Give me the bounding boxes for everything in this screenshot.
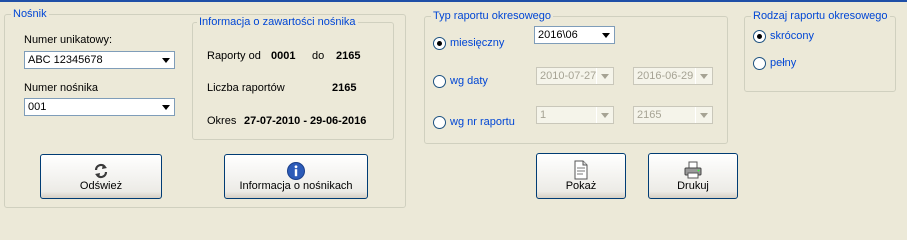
info-legend: Informacja o zawartości nośnika — [197, 16, 358, 28]
skrocony-label: skrócony — [770, 30, 815, 42]
chevron-down-icon[interactable] — [695, 68, 712, 84]
pelny-label: pełny — [770, 57, 797, 69]
pokaz-button[interactable]: Pokaż — [536, 153, 626, 199]
wg-daty-radio[interactable] — [433, 75, 446, 88]
miesieczny-combo[interactable]: 2016\06 — [534, 26, 615, 44]
data-do-combo[interactable]: 2016-06-29 — [633, 67, 713, 85]
odswiez-label: Odśwież — [79, 180, 123, 192]
okres-label: Okres — [207, 115, 237, 127]
nr-do-combo[interactable]: 2165 — [633, 106, 713, 124]
do-value: 2165 — [336, 50, 361, 62]
numer-nosnika-value: 001 — [28, 101, 47, 113]
skrocony-radio[interactable] — [753, 30, 766, 43]
odswiez-button[interactable]: Odśwież — [40, 154, 162, 199]
rodzaj-raportu-legend: Rodzaj raportu okresowego — [751, 10, 890, 22]
chevron-down-icon[interactable] — [157, 99, 174, 115]
miesieczny-label: miesięczny — [450, 37, 505, 49]
numer-nosnika-combo[interactable]: 001 — [24, 98, 175, 116]
nr-do-value: 2165 — [637, 109, 662, 121]
chevron-down-icon[interactable] — [157, 52, 174, 68]
numer-unikatowy-value: ABC 12345678 — [28, 54, 103, 66]
info-icon — [287, 162, 305, 180]
chevron-down-icon[interactable] — [597, 27, 614, 43]
chevron-down-icon[interactable] — [596, 68, 613, 84]
wg-nr-raportu-label: wg nr raportu — [450, 116, 515, 128]
informacja-o-nosnikach-label: Informacja o nośnikach — [239, 180, 353, 192]
document-preview-icon — [574, 160, 588, 180]
pokaz-label: Pokaż — [565, 180, 597, 192]
nosnik-legend: Nośnik — [11, 8, 49, 20]
window-top-border — [0, 0, 907, 2]
okres-value: 27-07-2010 - 29-06-2016 — [244, 115, 367, 127]
wg-daty-label: wg daty — [450, 75, 488, 87]
liczba-raportow-label: Liczba raportów — [207, 82, 285, 94]
numer-unikatowy-label: Numer unikatowy: — [24, 34, 113, 46]
rodzaj-raportu-group: Rodzaj raportu okresowego — [744, 10, 896, 92]
typ-raportu-legend: Typ raportu okresowego — [431, 10, 554, 22]
pelny-radio[interactable] — [753, 57, 766, 70]
wg-nr-raportu-radio[interactable] — [433, 116, 446, 129]
chevron-down-icon[interactable] — [695, 107, 712, 123]
data-od-value: 2010-07-27 — [540, 70, 597, 82]
drukuj-label: Drukuj — [677, 180, 709, 192]
raporty-od-value: 0001 — [271, 50, 296, 62]
printer-icon — [684, 161, 702, 179]
numer-nosnika-label: Numer nośnika — [24, 82, 98, 94]
liczba-raportow-value: 2165 — [332, 82, 357, 94]
drukuj-button[interactable]: Drukuj — [648, 153, 738, 199]
data-do-value: 2016-06-29 — [637, 70, 694, 82]
nr-od-value: 1 — [540, 109, 547, 121]
informacja-o-nosnikach-button[interactable]: Informacja o nośnikach — [224, 154, 368, 199]
numer-unikatowy-combo[interactable]: ABC 12345678 — [24, 51, 175, 69]
miesieczny-radio[interactable] — [433, 37, 446, 50]
nr-od-combo[interactable]: 1 — [536, 106, 614, 124]
data-od-combo[interactable]: 2010-07-27 — [536, 67, 614, 85]
raporty-od-label: Raporty od — [207, 50, 261, 62]
chevron-down-icon[interactable] — [596, 107, 613, 123]
refresh-icon — [94, 163, 108, 179]
miesieczny-value: 2016\06 — [538, 29, 578, 41]
do-label: do — [312, 50, 325, 62]
